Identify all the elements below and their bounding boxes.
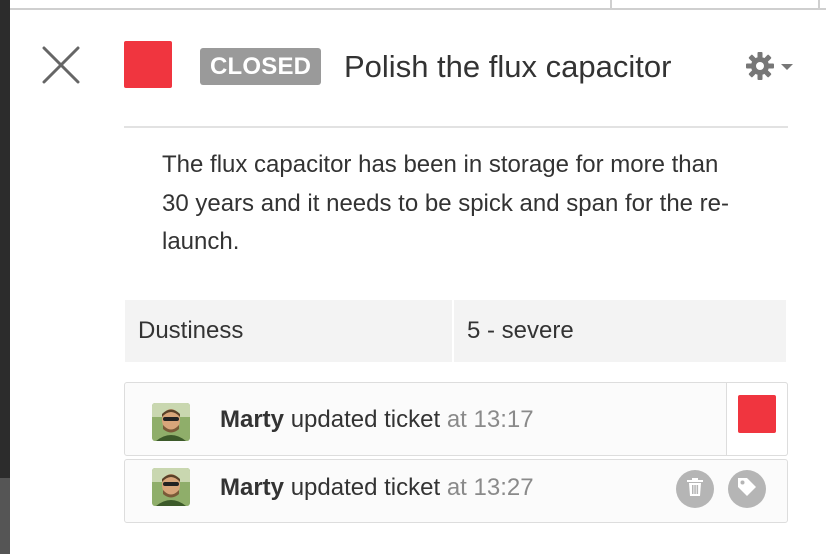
status-swatch-box [726,382,788,456]
caret-down-icon [780,59,794,77]
field-value: 5 - severe [467,317,574,344]
activity-time: at 13:17 [446,406,534,433]
avatar [152,468,190,506]
activity-user[interactable]: Marty [220,406,284,433]
gear-icon [744,50,776,87]
activity-time: at 13:27 [446,474,534,501]
ticket-description: The flux capacitor has been in storage f… [162,151,730,255]
field-name: Dustiness [125,300,454,362]
background-window-edge-lower [0,478,10,554]
background-divider [610,0,612,10]
activity-text: Marty updated ticket at 13:17 [220,406,534,434]
status-color-indicator [124,41,172,88]
tag-button[interactable] [728,470,766,508]
activity-action: updated ticket [290,406,441,433]
status-color-swatch [738,395,776,433]
background-window-strip [10,0,826,10]
tag-icon [736,476,758,503]
trash-icon [686,477,704,502]
ticket-title: Polish the flux capacitor [344,49,672,84]
settings-menu-button[interactable] [744,50,800,87]
activity-action: updated ticket [290,474,441,501]
activity-text: Marty updated ticket at 13:27 [220,474,534,502]
activity-user[interactable]: Marty [220,474,284,501]
custom-fields-table: Dustiness 5 - severe [125,300,786,362]
background-window-edge [0,0,10,554]
status-badge: CLOSED [200,48,322,85]
close-icon[interactable] [42,46,80,84]
header-divider [124,126,788,128]
delete-button[interactable] [676,470,714,508]
activity-item: Marty updated ticket at 13:17 [124,382,788,456]
activity-item: Marty updated ticket at 13:27 [124,459,788,523]
avatar [152,403,190,441]
background-divider [818,0,820,10]
